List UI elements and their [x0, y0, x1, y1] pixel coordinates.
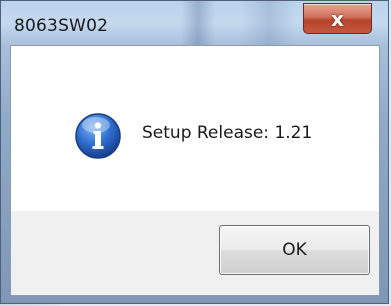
ok-button-label: OK	[282, 240, 307, 260]
close-button[interactable]: x	[303, 3, 372, 34]
dialog-body: Setup Release: 1.21 OK	[10, 45, 380, 296]
info-icon	[75, 113, 121, 159]
title-bar-reflection	[241, 1, 296, 45]
message-text: Setup Release: 1.21	[142, 123, 313, 143]
message-dialog: 8063SW02 x Setup Release: 1.21 OK	[0, 0, 389, 304]
close-icon: x	[331, 6, 344, 31]
title-bar-reflection	[181, 1, 215, 45]
ok-button[interactable]: OK	[219, 225, 370, 275]
message-area: Setup Release: 1.21	[11, 46, 379, 211]
window-title: 8063SW02	[14, 16, 109, 36]
